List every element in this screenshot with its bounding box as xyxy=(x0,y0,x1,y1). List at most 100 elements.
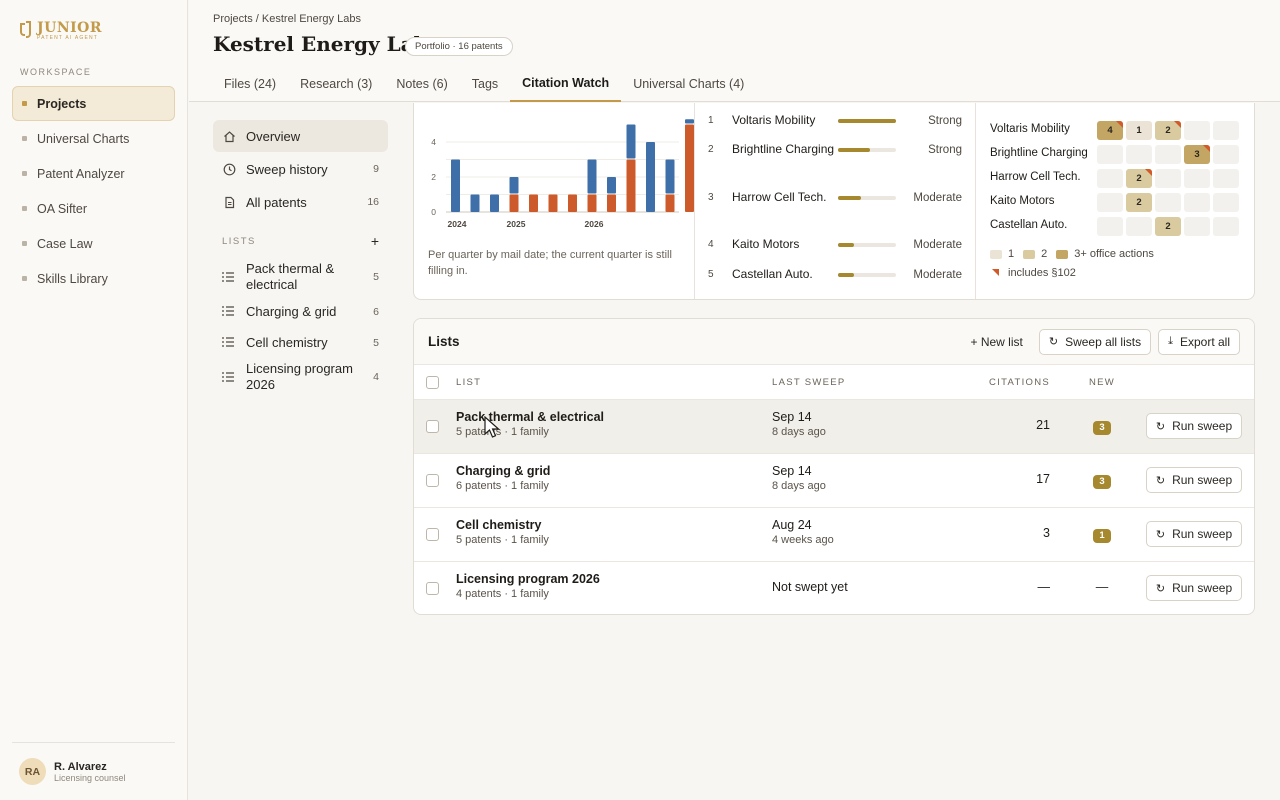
strength-label: Moderate xyxy=(913,191,962,204)
ranking-row[interactable]: 4 Kaito Motors Moderate xyxy=(708,236,978,253)
ranking-row[interactable]: 1 Voltaris Mobility Strong xyxy=(708,112,978,129)
col-citations[interactable]: CITATIONS xyxy=(974,377,1050,388)
sidebar-item-projects[interactable]: Projects xyxy=(12,86,175,121)
heatmap-cell[interactable] xyxy=(1213,145,1239,164)
row-checkbox[interactable] xyxy=(426,420,439,433)
run-sweep-button[interactable]: ↻ Run sweep xyxy=(1146,575,1242,601)
heatmap-cell[interactable]: 4 xyxy=(1097,121,1123,140)
table-row[interactable]: Charging & grid 6 patents · 1 family Sep 1… xyxy=(414,454,1254,508)
rank-number: 3 xyxy=(708,192,714,203)
heatmap-cell[interactable] xyxy=(1097,145,1123,164)
row-checkbox[interactable] xyxy=(426,474,439,487)
page-header: Projects / Kestrel Energy Labs Kestrel E… xyxy=(189,0,1280,102)
heatmap-cell[interactable] xyxy=(1213,193,1239,212)
heatmap-cell[interactable]: 3 xyxy=(1184,145,1210,164)
tab-notes[interactable]: Notes (6) xyxy=(384,66,459,102)
subnav-list-licensing-2026[interactable]: Licensing program 2026 4 xyxy=(213,358,388,396)
add-list-icon[interactable]: + xyxy=(371,233,379,249)
bar-orange xyxy=(665,194,675,212)
sidebar-item-label: Universal Charts xyxy=(37,131,130,146)
list-name[interactable]: Pack thermal & electrical xyxy=(456,410,604,424)
table-row[interactable]: Pack thermal & electrical 5 patents · 1 f… xyxy=(414,400,1254,454)
sidebar-item-patent-analyzer[interactable]: Patent Analyzer xyxy=(12,156,175,191)
heatmap-cell[interactable] xyxy=(1184,169,1210,188)
subnav-list-cell-chemistry[interactable]: Cell chemistry 5 xyxy=(213,327,388,358)
sweep-all-button[interactable]: ↻ Sweep all lists xyxy=(1038,328,1152,355)
list-count: 6 xyxy=(373,305,379,318)
refresh-icon: ↻ xyxy=(1155,474,1166,487)
bar-blue xyxy=(451,159,460,212)
subnav-all-patents[interactable]: All patents 16 xyxy=(213,186,388,218)
strength-fill xyxy=(838,272,855,277)
breadcrumb[interactable]: Projects / Kestrel Energy Labs xyxy=(213,13,361,25)
new-list-button[interactable]: + New list xyxy=(970,335,1022,349)
legend-swatch-3 xyxy=(1056,249,1069,259)
row-checkbox[interactable] xyxy=(426,528,439,541)
tab-tags[interactable]: Tags xyxy=(460,66,510,102)
list-name[interactable]: Licensing program 2026 xyxy=(456,572,600,586)
assignee-name: Harrow Cell Tech. xyxy=(732,190,827,204)
subnav-list-pack-thermal[interactable]: Pack thermal & electrical 5 xyxy=(213,258,388,296)
tab-citation-watch[interactable]: Citation Watch xyxy=(510,66,622,102)
heatmap-cell[interactable]: 2 xyxy=(1126,193,1152,212)
heatmap-cell[interactable] xyxy=(1184,217,1210,236)
list-name[interactable]: Charging & grid xyxy=(456,464,550,478)
subnav-overview[interactable]: Overview xyxy=(213,120,388,152)
citation-watch-subnav: Overview Sweep history 9 All patents 16 … xyxy=(213,120,388,396)
heatmap-cell[interactable] xyxy=(1126,145,1152,164)
sidebar-item-case-law[interactable]: Case Law xyxy=(12,226,175,261)
heatmap-cell[interactable] xyxy=(1155,169,1181,188)
rank-number: 2 xyxy=(708,144,714,155)
avatar: RA xyxy=(19,758,46,785)
col-new[interactable]: NEW xyxy=(1082,377,1122,388)
sidebar-item-skills-library[interactable]: Skills Library xyxy=(12,261,175,296)
sidebar-item-oa-sifter[interactable]: OA Sifter xyxy=(12,191,175,226)
heatmap-cell[interactable] xyxy=(1155,145,1181,164)
heatmap-cell[interactable] xyxy=(1184,121,1210,140)
run-sweep-button[interactable]: ↻ Run sweep xyxy=(1146,467,1242,493)
bar-orange xyxy=(607,194,616,212)
list-name[interactable]: Cell chemistry xyxy=(456,518,549,532)
select-all-checkbox[interactable] xyxy=(426,375,439,389)
ranking-row[interactable]: 2 Brightline Charging Strong xyxy=(708,141,978,158)
heatmap-cell[interactable] xyxy=(1213,169,1239,188)
heatmap-cell[interactable] xyxy=(1126,217,1152,236)
heatmap-cell[interactable]: 2 xyxy=(1126,169,1152,188)
heatmap-cell[interactable] xyxy=(1097,169,1123,188)
tab-universal-charts[interactable]: Universal Charts (4) xyxy=(621,66,756,102)
heatmap-cell[interactable]: 2 xyxy=(1155,217,1181,236)
col-list[interactable]: LIST xyxy=(456,377,481,388)
table-row[interactable]: Licensing program 2026 4 patents · 1 fami… xyxy=(414,562,1254,614)
run-sweep-button[interactable]: ↻ Run sweep xyxy=(1146,521,1242,547)
bar-orange xyxy=(685,124,694,212)
run-sweep-label: Run sweep xyxy=(1172,419,1233,433)
row-checkbox[interactable] xyxy=(426,582,439,595)
legend-flag-label: includes §102 xyxy=(1008,267,1076,279)
heatmap-cell[interactable]: 1 xyxy=(1126,121,1152,140)
brand-logo[interactable]: JUNIOR PATENT AI AGENT xyxy=(20,21,102,41)
overview-cards: 0 2 4 2024 2025 2026 Per quarter by mail date… xyxy=(413,103,1255,300)
sidebar-item-universal-charts[interactable]: Universal Charts xyxy=(12,121,175,156)
last-sweep-date: Sep 14 xyxy=(772,410,812,424)
heatmap-cell[interactable] xyxy=(1097,217,1123,236)
sidebar-item-label: Skills Library xyxy=(37,271,108,286)
heatmap-cell[interactable] xyxy=(1213,121,1239,140)
heatmap-cell[interactable] xyxy=(1213,217,1239,236)
user-profile[interactable]: RA R. Alvarez Licensing counsel xyxy=(12,742,175,800)
tab-research[interactable]: Research (3) xyxy=(288,66,384,102)
list-icon xyxy=(222,335,236,350)
heatmap-cell[interactable] xyxy=(1184,193,1210,212)
bar-orange xyxy=(626,159,636,212)
ranking-row[interactable]: 3 Harrow Cell Tech. Moderate xyxy=(708,189,978,206)
ranking-row[interactable]: 5 Castellan Auto. Moderate xyxy=(708,266,978,283)
heatmap-cell[interactable]: 2 xyxy=(1155,121,1181,140)
table-row[interactable]: Cell chemistry 5 patents · 1 family Aug 24… xyxy=(414,508,1254,562)
export-all-button[interactable]: ⤓ Export all xyxy=(1158,328,1240,355)
subnav-list-charging-grid[interactable]: Charging & grid 6 xyxy=(213,296,388,327)
heatmap-cell[interactable] xyxy=(1097,193,1123,212)
tab-files[interactable]: Files (24) xyxy=(212,66,288,102)
heatmap-cell[interactable] xyxy=(1155,193,1181,212)
col-last-sweep[interactable]: LAST SWEEP xyxy=(772,377,846,388)
run-sweep-button[interactable]: ↻ Run sweep xyxy=(1146,413,1242,439)
subnav-sweep-history[interactable]: Sweep history 9 xyxy=(213,153,388,185)
